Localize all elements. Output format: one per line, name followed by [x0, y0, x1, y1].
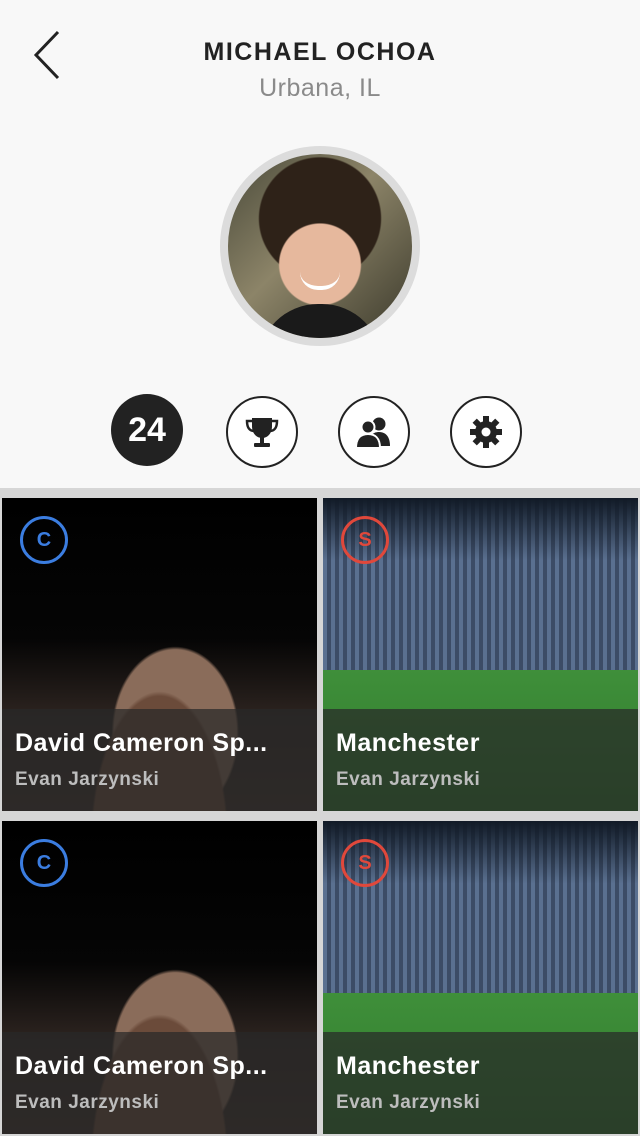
post-author: Evan Jarzynski	[15, 769, 160, 790]
post-count-button[interactable]: 24	[111, 394, 183, 466]
post-caption: Manchester Evan Jarzynski	[323, 1032, 638, 1134]
post-title: Manchester	[336, 729, 480, 757]
category-badge: C	[20, 516, 68, 564]
post-title: Manchester	[336, 1052, 480, 1080]
profile-location: Urbana, IL	[259, 74, 381, 102]
post-card[interactable]: C David Cameron Sp... Evan Jarzynski	[2, 821, 317, 1134]
post-title: David Cameron Sp...	[15, 729, 268, 757]
avatar-shirt	[258, 304, 382, 338]
avatar-smile	[300, 272, 340, 290]
posts-grid: C David Cameron Sp... Evan Jarzynski S M…	[0, 488, 640, 1136]
post-card[interactable]: C David Cameron Sp... Evan Jarzynski	[2, 498, 317, 811]
post-caption: David Cameron Sp... Evan Jarzynski	[2, 709, 317, 811]
post-author: Evan Jarzynski	[336, 1092, 481, 1113]
post-author: Evan Jarzynski	[336, 769, 481, 790]
post-title: David Cameron Sp...	[15, 1052, 268, 1080]
post-card[interactable]: S Manchester Evan Jarzynski	[323, 821, 638, 1134]
category-badge: S	[341, 516, 389, 564]
friends-icon	[354, 417, 390, 449]
post-card[interactable]: S Manchester Evan Jarzynski	[323, 498, 638, 811]
friends-button[interactable]	[338, 396, 410, 468]
trophy-button[interactable]	[226, 396, 298, 468]
avatar-photo	[228, 154, 412, 338]
post-caption: Manchester Evan Jarzynski	[323, 709, 638, 811]
post-author: Evan Jarzynski	[15, 1092, 160, 1113]
trophy-icon	[245, 418, 279, 447]
profile-name: MICHAEL OCHOA	[203, 38, 437, 66]
post-caption: David Cameron Sp... Evan Jarzynski	[2, 1032, 317, 1134]
profile-stats-bar: 24	[0, 394, 640, 468]
header: MICHAEL OCHOA Urbana, IL	[0, 0, 640, 130]
settings-button[interactable]	[450, 396, 522, 468]
gear-icon	[470, 416, 502, 448]
avatar[interactable]	[220, 146, 420, 346]
category-badge: C	[20, 839, 68, 887]
category-badge: S	[341, 839, 389, 887]
